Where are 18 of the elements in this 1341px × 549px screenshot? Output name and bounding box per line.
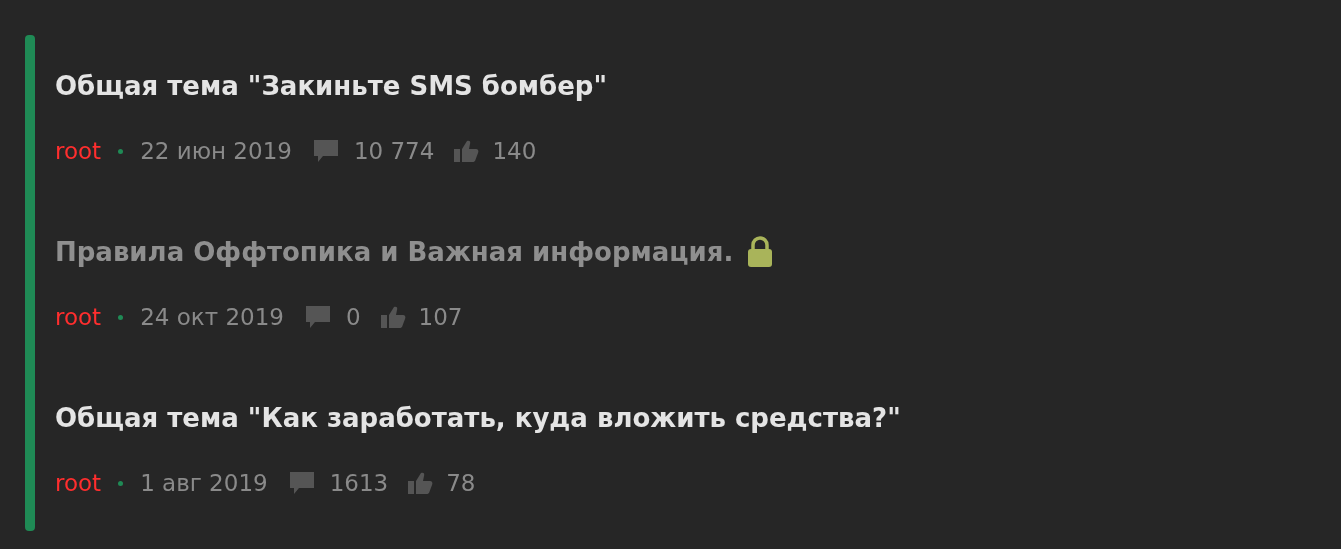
reply-count: 1613 <box>329 469 389 498</box>
like-count: 78 <box>446 469 476 498</box>
thumbs-up-icon <box>378 304 407 331</box>
thumbs-up-icon <box>406 470 435 497</box>
author-link[interactable]: root <box>55 466 102 501</box>
author-link[interactable]: root <box>55 300 102 335</box>
thread-title[interactable]: Общая тема "Закиньте SMS бомбер" <box>55 66 608 106</box>
thread-title[interactable]: Общая тема "Как заработать, куда вложить средства?" <box>55 398 901 438</box>
post-date: 24 окт 2019 <box>140 303 284 332</box>
like-count: 140 <box>492 137 537 166</box>
thumbs-up-icon <box>452 138 481 165</box>
author-link[interactable]: root <box>55 134 102 169</box>
like-count: 107 <box>418 303 463 332</box>
reply-count: 10 774 <box>353 137 435 166</box>
post-date: 1 авг 2019 <box>140 469 268 498</box>
reply-count: 0 <box>345 303 361 332</box>
thread-title[interactable]: Правила Оффтопика и Важная информация. <box>55 232 734 272</box>
post-date: 22 июн 2019 <box>140 137 292 166</box>
